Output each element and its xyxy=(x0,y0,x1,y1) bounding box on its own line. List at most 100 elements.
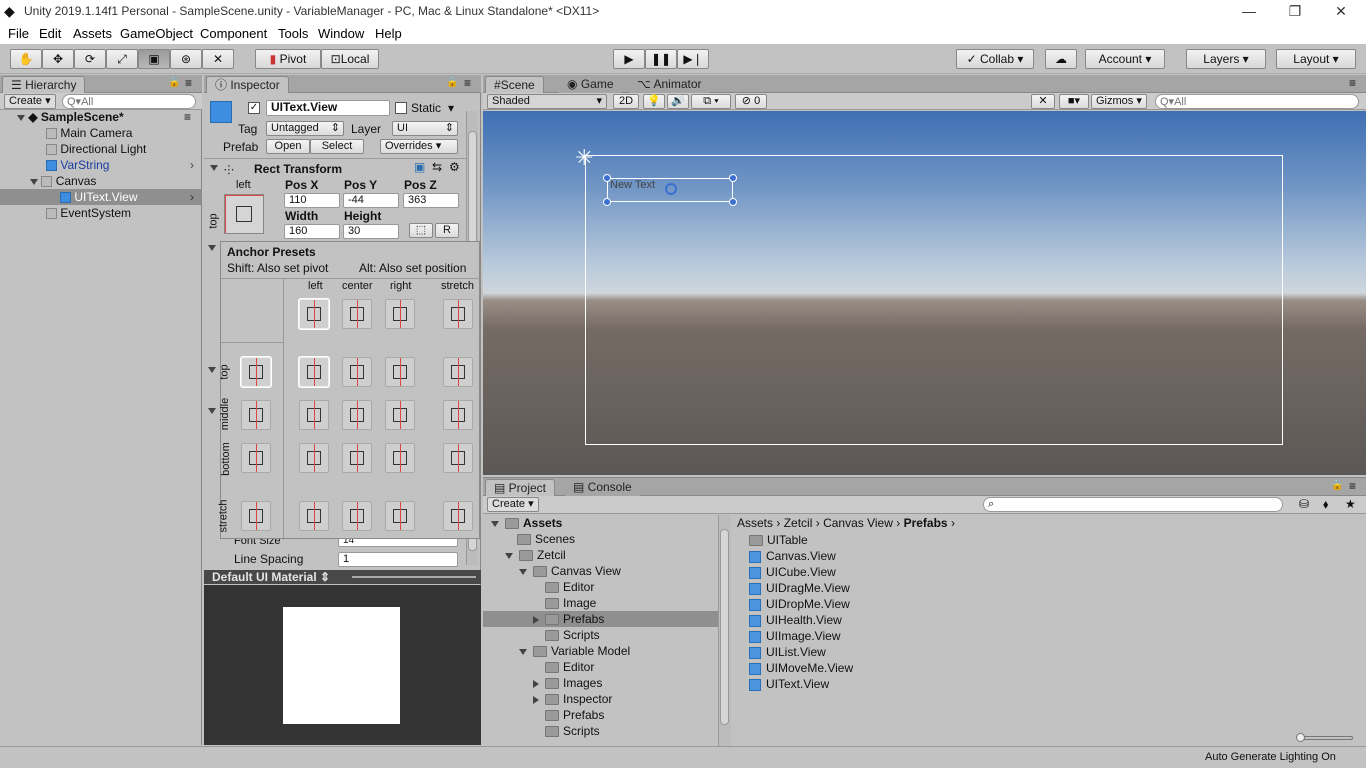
scale-tool-icon[interactable]: ⤢ xyxy=(106,49,138,69)
width-field[interactable]: 160 xyxy=(284,224,340,239)
menu-file[interactable]: File xyxy=(8,26,29,41)
material-dropdown-icon[interactable]: ⇕ xyxy=(320,570,330,584)
anchor-preset-left-3[interactable] xyxy=(299,443,329,473)
scene-menu-icon[interactable]: ≡ xyxy=(184,109,191,125)
active-checkbox[interactable]: ✓ xyxy=(248,102,260,114)
project-search-input[interactable]: ⌕ xyxy=(983,497,1283,512)
expand-arrow-icon[interactable] xyxy=(491,520,499,527)
folder-tree-item[interactable]: Zetcil xyxy=(483,547,718,563)
toggle-2d-button[interactable]: 2D xyxy=(613,94,639,109)
asset-item[interactable]: Canvas.View xyxy=(749,548,1149,564)
menu-tools[interactable]: Tools xyxy=(278,26,308,41)
filter-label-icon[interactable]: ⬧ xyxy=(1323,497,1328,512)
chevron-right-icon[interactable]: › xyxy=(190,157,194,173)
collapsed-arrow-icon[interactable] xyxy=(533,695,539,704)
anchor-preset-stretch-1[interactable] xyxy=(443,357,473,387)
folder-tree-item[interactable]: Inspector xyxy=(483,691,718,707)
breadcrumb-item-current[interactable]: Prefabs xyxy=(904,516,948,530)
tab-game[interactable]: ◉ Game xyxy=(559,76,622,93)
collapse-arrow-icon[interactable] xyxy=(208,245,216,251)
panel-menu-icon[interactable]: ≡ xyxy=(464,76,471,90)
anchor-preset-stretch-2[interactable] xyxy=(443,400,473,430)
collapsed-arrow-icon[interactable] xyxy=(533,679,539,688)
layout-dropdown[interactable]: Layout ▾ xyxy=(1276,49,1356,69)
hierarchy-create-button[interactable]: Create ▾ xyxy=(4,94,56,109)
hierarchy-search-input[interactable] xyxy=(62,94,196,109)
preset-icon[interactable]: ⇆ xyxy=(432,160,442,174)
resize-handle-icon[interactable] xyxy=(603,198,611,206)
expand-arrow-icon[interactable] xyxy=(519,568,527,575)
account-dropdown[interactable]: Account ▾ xyxy=(1085,49,1165,69)
anchor-preset-left-0[interactable] xyxy=(299,299,329,329)
anchor-preset-stretch-4[interactable] xyxy=(443,501,473,531)
anchor-preset-left-2[interactable] xyxy=(299,400,329,430)
resize-handle-icon[interactable] xyxy=(352,576,476,578)
lighting-toggle-icon[interactable]: 💡 xyxy=(643,94,665,109)
gizmos-dropdown[interactable]: Gizmos ▾ xyxy=(1091,94,1147,109)
folder-tree-item[interactable]: Image xyxy=(483,595,718,611)
chevron-right-icon[interactable]: › xyxy=(190,189,194,205)
static-dropdown-icon[interactable]: ▾ xyxy=(448,101,454,115)
material-header[interactable]: Default UI Material ⇕ xyxy=(204,570,481,584)
anchor-preset-center-1[interactable] xyxy=(342,357,372,387)
tab-console[interactable]: ▤ Console xyxy=(565,479,640,496)
anchor-preset-right-1[interactable] xyxy=(385,357,415,387)
folder-tree-item[interactable]: Variable Model xyxy=(483,643,718,659)
panel-menu-icon[interactable]: ≡ xyxy=(1349,479,1356,493)
anchor-preset-center-0[interactable] xyxy=(342,299,372,329)
height-field[interactable]: 30 xyxy=(343,224,399,239)
hierarchy-item[interactable]: EventSystem xyxy=(46,205,202,221)
collapse-arrow-icon[interactable] xyxy=(208,367,216,373)
pivot-toggle[interactable]: ▮ Pivot xyxy=(255,49,321,69)
tab-scene[interactable]: #Scene xyxy=(485,76,544,93)
rect-transform-header[interactable]: ⸭ Rect Transform ▣ ⇆ ⚙ xyxy=(204,158,466,177)
expand-arrow-icon[interactable] xyxy=(30,178,38,185)
panel-menu-icon[interactable]: ≡ xyxy=(1349,76,1356,90)
folder-tree-item[interactable]: Scripts xyxy=(483,627,718,643)
shading-dropdown[interactable]: Shaded ▾ xyxy=(487,94,607,109)
hand-tool-icon[interactable]: ✋ xyxy=(10,49,42,69)
prefab-select-button[interactable]: Select xyxy=(310,139,364,154)
tree-scrollbar[interactable] xyxy=(719,515,731,746)
hierarchy-item[interactable]: Canvas xyxy=(30,173,202,189)
lock-icon[interactable]: 🔒 xyxy=(168,77,180,88)
panel-menu-icon[interactable]: ≡ xyxy=(185,76,192,90)
tab-inspector[interactable]: ⓘ Inspector xyxy=(206,76,289,93)
hierarchy-item-selected[interactable]: UIText.View › xyxy=(0,189,201,205)
gear-icon[interactable]: ⚙ xyxy=(449,160,460,174)
anchor-preset-left-4[interactable] xyxy=(299,501,329,531)
folder-tree-item[interactable]: Images xyxy=(483,675,718,691)
anchor-preset-right-3[interactable] xyxy=(385,443,415,473)
favorite-star-icon[interactable]: ★ xyxy=(1345,497,1356,511)
pivot-handle-icon[interactable] xyxy=(665,183,677,195)
tag-dropdown[interactable]: Untagged ⇕ xyxy=(266,121,344,136)
collapse-arrow-icon[interactable] xyxy=(208,408,216,414)
layers-dropdown[interactable]: Layers ▾ xyxy=(1186,49,1266,69)
folder-tree-item[interactable]: Scripts xyxy=(483,723,718,739)
anchor-preset-right-2[interactable] xyxy=(385,400,415,430)
hierarchy-item[interactable]: VarString › xyxy=(46,157,202,173)
folder-tree-item[interactable]: Prefabs xyxy=(483,611,718,627)
resize-handle-icon[interactable] xyxy=(729,174,737,182)
scene-search-input[interactable] xyxy=(1155,94,1359,109)
custom-tool-icon[interactable]: ✕ xyxy=(202,49,234,69)
sun-gizmo-icon[interactable]: ✳ xyxy=(575,145,593,171)
expand-arrow-icon[interactable] xyxy=(505,552,513,559)
posx-field[interactable]: 110 xyxy=(284,193,340,208)
move-tool-icon[interactable]: ✥ xyxy=(42,49,74,69)
expand-arrow-icon[interactable] xyxy=(17,114,25,121)
anchor-preset-rowpivot-0[interactable] xyxy=(241,357,271,387)
help-icon[interactable]: ▣ xyxy=(414,160,425,174)
blueprint-mode-button[interactable]: ⬚ xyxy=(409,223,433,238)
asset-item[interactable]: UIImage.View xyxy=(749,628,1149,644)
resize-handle-icon[interactable] xyxy=(603,174,611,182)
menu-help[interactable]: Help xyxy=(375,26,402,41)
tab-hierarchy[interactable]: ☰ Hierarchy xyxy=(2,76,86,93)
hierarchy-scene-row[interactable]: ◆ SampleScene* ≡ xyxy=(0,109,202,125)
folder-tree-item[interactable]: Canvas View xyxy=(483,563,718,579)
asset-item[interactable]: UIDragMe.View xyxy=(749,580,1149,596)
rotate-tool-icon[interactable]: ⟳ xyxy=(74,49,106,69)
posy-field[interactable]: -44 xyxy=(343,193,399,208)
anchor-preset-center-3[interactable] xyxy=(342,443,372,473)
asset-item[interactable]: UITable xyxy=(749,532,1149,548)
